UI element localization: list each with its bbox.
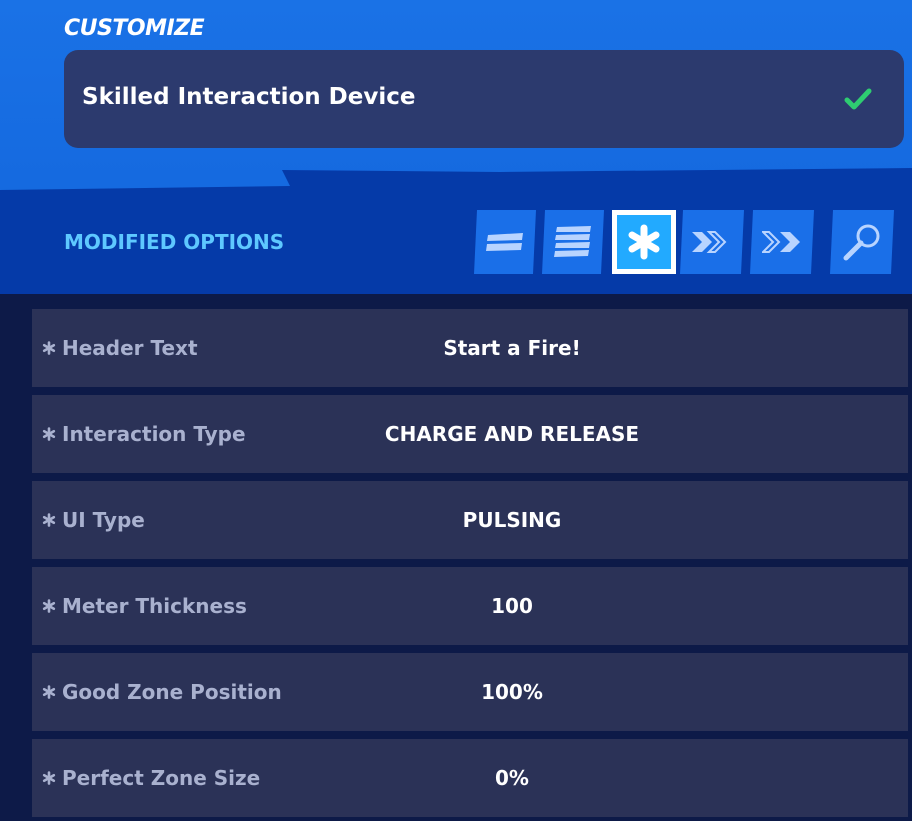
tab-double-bar[interactable] [474, 210, 536, 274]
option-row-meter-thickness[interactable]: Meter Thickness 100 [32, 567, 908, 645]
option-value: CHARGE AND RELEASE [384, 422, 640, 446]
option-value: Start a Fire! [443, 336, 581, 360]
tab-double-chevron-right[interactable] [680, 210, 744, 274]
asterisk-icon [628, 224, 660, 260]
option-label: Good Zone Position [62, 680, 282, 704]
double-chevron-right-icon [692, 231, 732, 253]
filter-tabs [474, 210, 898, 274]
modified-asterisk-icon [42, 341, 56, 355]
option-row-header-text[interactable]: Header Text Start a Fire! [32, 309, 908, 387]
option-label: UI Type [62, 508, 145, 532]
option-row-interaction-type[interactable]: Interaction Type CHARGE AND RELEASE [32, 395, 908, 473]
option-label: Perfect Zone Size [62, 766, 261, 790]
option-value: 100% [481, 680, 543, 704]
device-title: Skilled Interaction Device [82, 84, 416, 110]
modified-asterisk-icon [42, 771, 56, 785]
double-bar-icon [486, 231, 524, 253]
tab-search[interactable] [830, 210, 894, 274]
section-label: CUSTOMIZE [64, 16, 205, 41]
option-row-good-zone-position[interactable]: Good Zone Position 100% [32, 653, 908, 731]
modified-asterisk-icon [42, 599, 56, 613]
modified-asterisk-icon [42, 685, 56, 699]
option-label: Meter Thickness [62, 594, 247, 618]
modified-asterisk-icon [42, 513, 56, 527]
tab-double-chevron-outline[interactable] [750, 210, 814, 274]
modified-asterisk-icon [42, 427, 56, 441]
option-label: Header Text [62, 336, 198, 360]
double-chevron-outline-icon [762, 231, 802, 253]
modified-options-label: MODIFIED OPTIONS [64, 230, 285, 254]
check-icon[interactable] [844, 86, 872, 112]
option-value: 0% [495, 766, 529, 790]
list-icon [554, 225, 592, 259]
search-icon [842, 222, 882, 262]
device-title-field[interactable]: Skilled Interaction Device [64, 50, 904, 148]
tab-asterisk[interactable] [612, 210, 676, 274]
option-row-perfect-zone-size[interactable]: Perfect Zone Size 0% [32, 739, 908, 817]
option-row-ui-type[interactable]: UI Type PULSING [32, 481, 908, 559]
option-value: 100 [491, 594, 533, 618]
option-label: Interaction Type [62, 422, 246, 446]
option-value: PULSING [462, 508, 562, 532]
tab-list[interactable] [542, 210, 604, 274]
